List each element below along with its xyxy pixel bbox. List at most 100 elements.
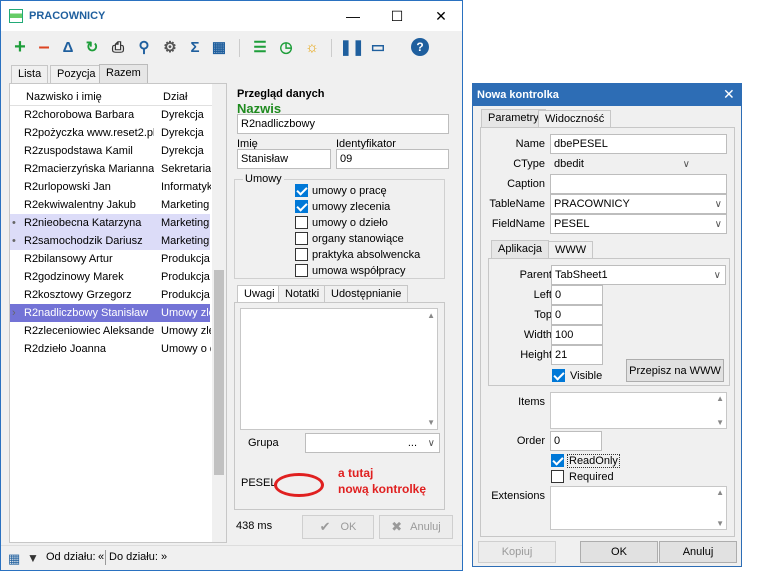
grid-scrollbar[interactable] [212, 84, 226, 542]
parent-select[interactable]: TabSheet1 ∨ [551, 265, 726, 285]
column-header-dept[interactable]: Dział [163, 91, 187, 103]
export-icon[interactable]: ☰ [251, 38, 269, 56]
table-row[interactable]: R2macierzyńska Marianna Sekretariat [10, 160, 211, 178]
filter-icon[interactable]: ▼ [27, 551, 39, 565]
print-icon[interactable]: ⎙ [109, 38, 127, 56]
table-row[interactable]: R2kosztowy Grzegorz Produkcja [10, 286, 210, 304]
scrollbar-thumb[interactable] [214, 270, 224, 475]
monitor-icon[interactable]: ▭ [369, 38, 387, 56]
chevron-down-icon[interactable]: ∨ [428, 437, 435, 450]
cancel-button[interactable]: ✖ Anuluj [379, 515, 453, 539]
table-row[interactable]: R2dzieło Joanna Umowy o dzieło [10, 340, 211, 358]
umowy-checkbox[interactable] [295, 264, 308, 277]
tab-udostepnianie[interactable]: Udostępnianie [324, 285, 409, 303]
tab-parametry[interactable]: Parametry [481, 109, 546, 127]
kopiuj-button[interactable]: Kopiuj [478, 541, 556, 563]
grupa-dots[interactable]: ... [408, 437, 417, 450]
extensions-scroll-down-icon[interactable]: ▼ [716, 519, 724, 528]
chevron-down-icon[interactable]: ∨ [683, 158, 690, 171]
dialog-cancel-button[interactable]: Anuluj [659, 541, 737, 563]
umowy-checkbox[interactable] [295, 216, 308, 229]
chevron-down-icon[interactable]: ∨ [715, 198, 722, 211]
close-button[interactable]: ✕ [419, 1, 463, 31]
table-row[interactable]: • R2nieobecna Katarzyna Marketing [10, 214, 210, 232]
table-row[interactable]: • R2samochodzik Dariusz Marketing [10, 232, 210, 250]
required-checkbox[interactable] [551, 470, 564, 483]
split-view-icon[interactable]: ❚❚ [339, 38, 364, 56]
height-field[interactable]: 21 [551, 345, 603, 365]
chevron-down-icon[interactable]: ∨ [714, 269, 721, 282]
table-row[interactable]: › R2nadliczbowy Stanisław Umowy zlecenia [10, 304, 211, 322]
tab-pozycja[interactable]: Pozycja [50, 65, 103, 83]
memo-scroll-up-icon[interactable]: ▲ [427, 311, 435, 320]
table-row[interactable]: R2chorobowa Barbara Dyrekcja [10, 106, 210, 124]
table-row[interactable]: R2pożyczka www.reset2.pl Dyrekcja [10, 124, 210, 142]
fieldname-value: PESEL [554, 218, 590, 230]
table-row[interactable]: R2godzinowy Marek Produkcja [10, 268, 210, 286]
sum-icon[interactable]: Σ [186, 38, 204, 56]
identyfikator-field[interactable]: 09 [336, 149, 449, 169]
table-row[interactable]: R2urlopowski Jan Informatyka [10, 178, 211, 196]
przepisz-na-www-button[interactable]: Przepisz na WWW [626, 359, 724, 382]
help-icon[interactable]: ? [411, 38, 429, 56]
ctype-select[interactable]: dbedit ∨ [550, 154, 695, 174]
tab-uwagi[interactable]: Uwagi [237, 285, 282, 303]
tab-www[interactable]: WWW [548, 241, 594, 259]
extensions-scroll-up-icon[interactable]: ▲ [716, 488, 724, 497]
table-row[interactable]: R2bilansowy Artur Produkcja [10, 250, 210, 268]
search-icon[interactable]: ⚲ [135, 38, 153, 56]
tab-lista[interactable]: Lista [11, 65, 49, 83]
caption-field[interactable] [550, 174, 727, 194]
tablename-select[interactable]: PRACOWNICY ∨ [550, 194, 727, 214]
sun-icon[interactable]: ☼ [303, 38, 321, 56]
readonly-checkbox[interactable] [551, 454, 564, 467]
ok-button[interactable]: ✔ OK [302, 515, 374, 539]
width-field[interactable]: 100 [551, 325, 603, 345]
extensions-memo[interactable]: ▲ ▼ [550, 486, 727, 530]
grupa-select[interactable]: ... ∨ [305, 433, 440, 453]
tab-aplikacja[interactable]: Aplikacja [491, 240, 550, 258]
table-row[interactable]: R2zuspodstawa Kamil Dyrekcja [10, 142, 210, 160]
name-field[interactable]: dbePESEL [550, 134, 727, 154]
umowy-checkbox[interactable] [295, 200, 308, 213]
edit-icon[interactable]: Δ [59, 38, 77, 56]
settings-icon[interactable]: ⚙ [161, 38, 179, 56]
memo-scroll-down-icon[interactable]: ▼ [427, 418, 435, 427]
imie-field[interactable]: Stanisław [237, 149, 331, 169]
visible-checkbox[interactable] [552, 369, 565, 382]
minimize-button[interactable]: — [331, 1, 375, 31]
top-field[interactable]: 0 [551, 305, 603, 325]
fieldname-select[interactable]: PESEL ∨ [550, 214, 727, 234]
refresh-icon[interactable]: ↻ [83, 38, 101, 56]
cell-name: R2godzinowy Marek [24, 271, 124, 283]
column-header-name[interactable]: Nazwisko i imię [26, 91, 102, 103]
chevron-down-icon[interactable]: ∨ [715, 218, 722, 231]
umowy-checkbox[interactable] [295, 232, 308, 245]
clock-icon[interactable]: ◷ [277, 38, 295, 56]
items-memo[interactable]: ▲ ▼ [550, 392, 727, 429]
table-row[interactable]: R2zleceniowiec Aleksander Umowy zlecenia [10, 322, 211, 340]
tab-razem[interactable]: Razem [99, 64, 148, 83]
tab-notatki[interactable]: Notatki [278, 285, 327, 303]
nazwis-field[interactable]: R2nadliczbowy [237, 114, 449, 134]
dialog-ok-button[interactable]: OK [580, 541, 658, 563]
dialog-close-icon[interactable]: ✕ [723, 86, 735, 103]
add-icon[interactable]: + [11, 36, 29, 58]
maximize-button[interactable]: ☐ [375, 1, 419, 31]
delete-icon[interactable]: – [35, 36, 53, 58]
columns-icon[interactable]: ▦ [210, 38, 228, 56]
status-bar: ▦ ▼ Od działu: « Do działu: » [1, 545, 462, 570]
items-scroll-down-icon[interactable]: ▼ [716, 418, 724, 427]
tab-widocznosc[interactable]: Widoczność [538, 110, 612, 128]
grid-icon[interactable]: ▦ [8, 551, 20, 567]
items-scroll-up-icon[interactable]: ▲ [716, 394, 724, 403]
umowy-checkbox[interactable] [295, 248, 308, 261]
umowy-group: Umowy umowy o pracę umowy zlecenia umowy o… [234, 173, 445, 279]
row-marker: • [12, 217, 16, 229]
uwagi-memo[interactable]: ▲ ▼ [240, 308, 438, 430]
umowy-checkbox[interactable] [295, 184, 308, 197]
table-row[interactable]: R2ekwiwalentny Jakub Marketing [10, 196, 210, 214]
left-field[interactable]: 0 [551, 285, 603, 305]
grid-header: Nazwisko i imię Dział [10, 86, 212, 106]
order-field[interactable]: 0 [550, 431, 602, 451]
